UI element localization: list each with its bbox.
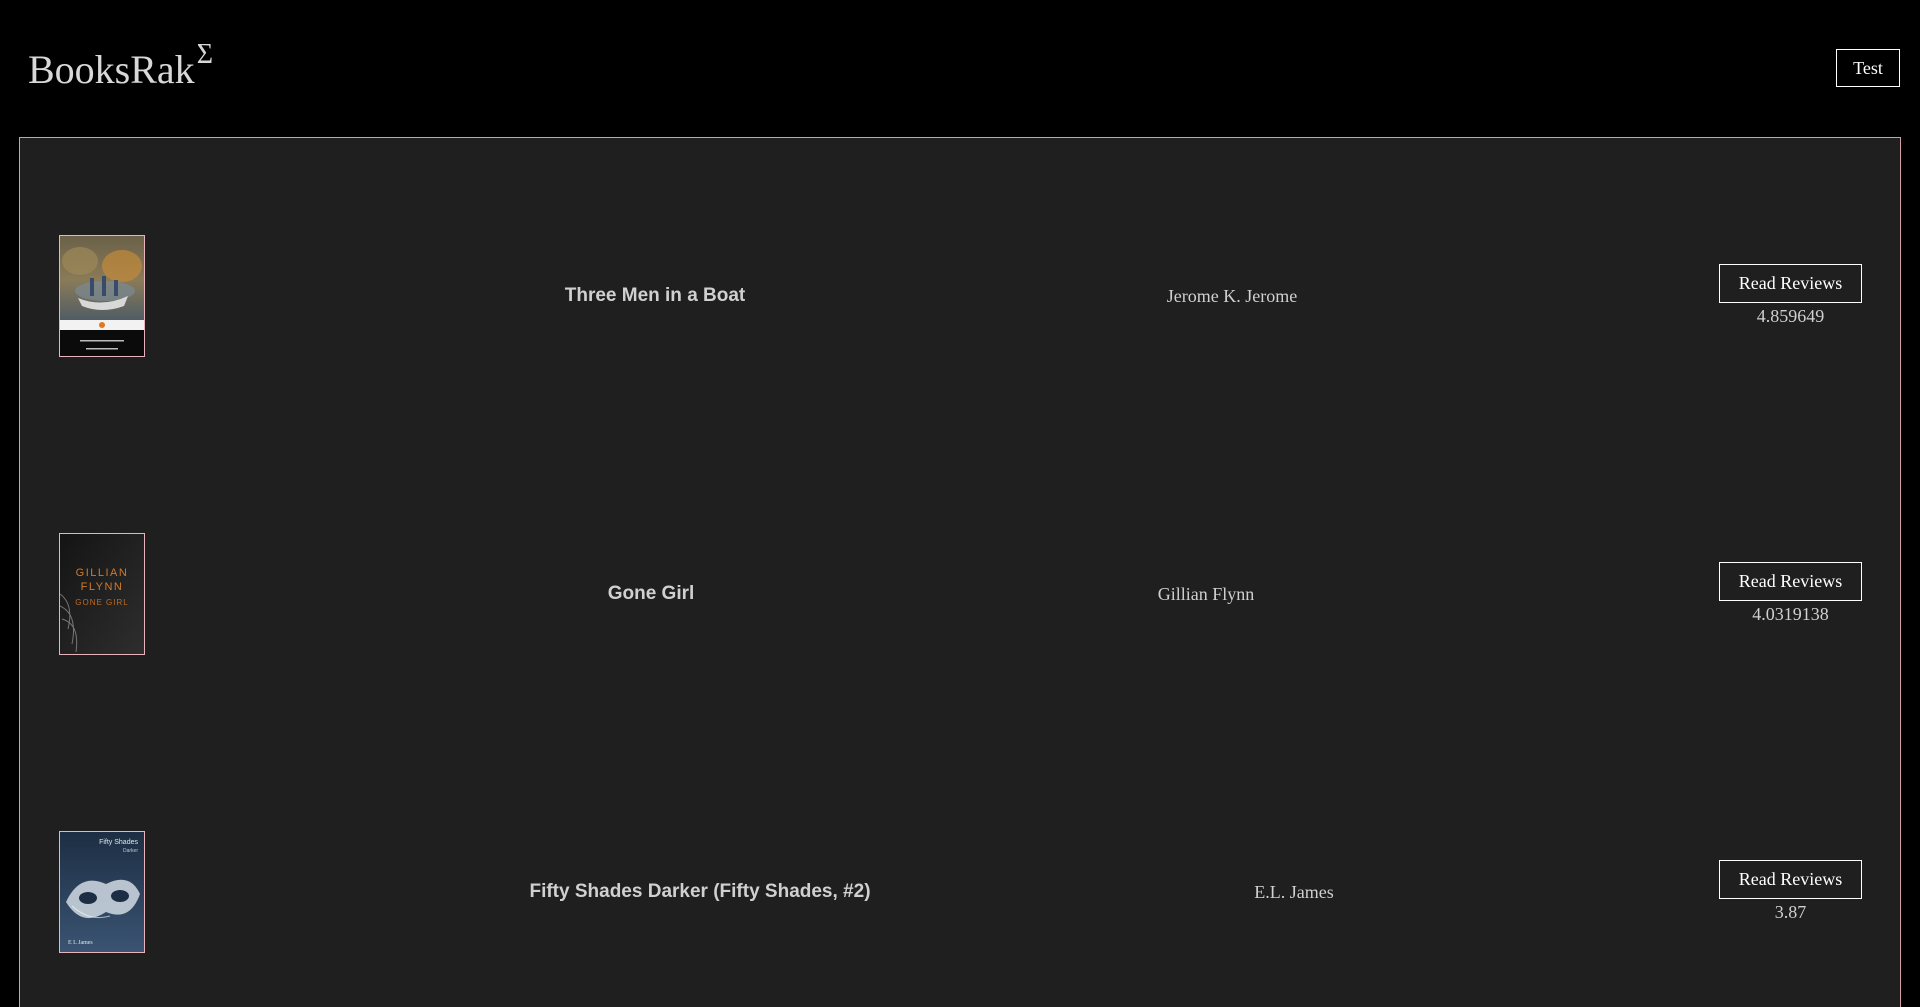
book-row: Fifty Shades Darker E L James Fifty Shad…: [20, 831, 1900, 955]
read-reviews-button[interactable]: Read Reviews: [1719, 264, 1862, 303]
book-cover-image: [59, 235, 145, 357]
cover-author-last: FLYNN: [81, 581, 124, 593]
book-rating: 4.0319138: [1752, 604, 1829, 624]
site-header: BooksRakΣ Test: [0, 0, 1920, 137]
cover-book-subtitle: Darker: [123, 848, 138, 854]
book-row: Three Men in a Boat Jerome K. Jerome Rea…: [20, 235, 1900, 359]
book-author: E.L. James: [1254, 882, 1334, 902]
book-title[interactable]: Gone Girl: [608, 583, 695, 605]
brand-sigma: Σ: [196, 39, 213, 70]
cover-author-first: GILLIAN: [76, 567, 129, 579]
book-author: Gillian Flynn: [1157, 584, 1255, 604]
test-button[interactable]: Test: [1836, 49, 1900, 87]
cover-book-title: GONE GIRL: [75, 598, 128, 607]
book-title[interactable]: Fifty Shades Darker (Fifty Shades, #2): [529, 881, 870, 903]
book-rating: 3.87: [1774, 902, 1807, 922]
book-list-panel: Three Men in a Boat Jerome K. Jerome Rea…: [19, 137, 1901, 1007]
read-reviews-button[interactable]: Read Reviews: [1719, 860, 1862, 899]
book-cover-image: Fifty Shades Darker E L James: [59, 831, 145, 953]
book-row: GILLIAN FLYNN GONE GIRL Gone Girl Gillia…: [20, 533, 1900, 657]
read-reviews-button[interactable]: Read Reviews: [1719, 562, 1862, 601]
brand-logo[interactable]: BooksRakΣ: [28, 39, 213, 99]
book-cover-image: GILLIAN FLYNN GONE GIRL: [59, 533, 145, 655]
cover-fifty-shades-art: Fifty Shades Darker E L James: [60, 832, 144, 952]
book-author: Jerome K. Jerome: [1166, 286, 1298, 306]
book-rating: 4.859649: [1756, 306, 1825, 326]
brand-name: BooksRak: [28, 47, 195, 92]
cover-gone-girl-art: GILLIAN FLYNN GONE GIRL: [60, 534, 144, 654]
book-title[interactable]: Three Men in a Boat: [565, 285, 746, 307]
cover-book-title: Fifty Shades: [99, 839, 138, 846]
cover-three-men-art: [60, 236, 144, 356]
cover-author: E L James: [68, 940, 93, 946]
